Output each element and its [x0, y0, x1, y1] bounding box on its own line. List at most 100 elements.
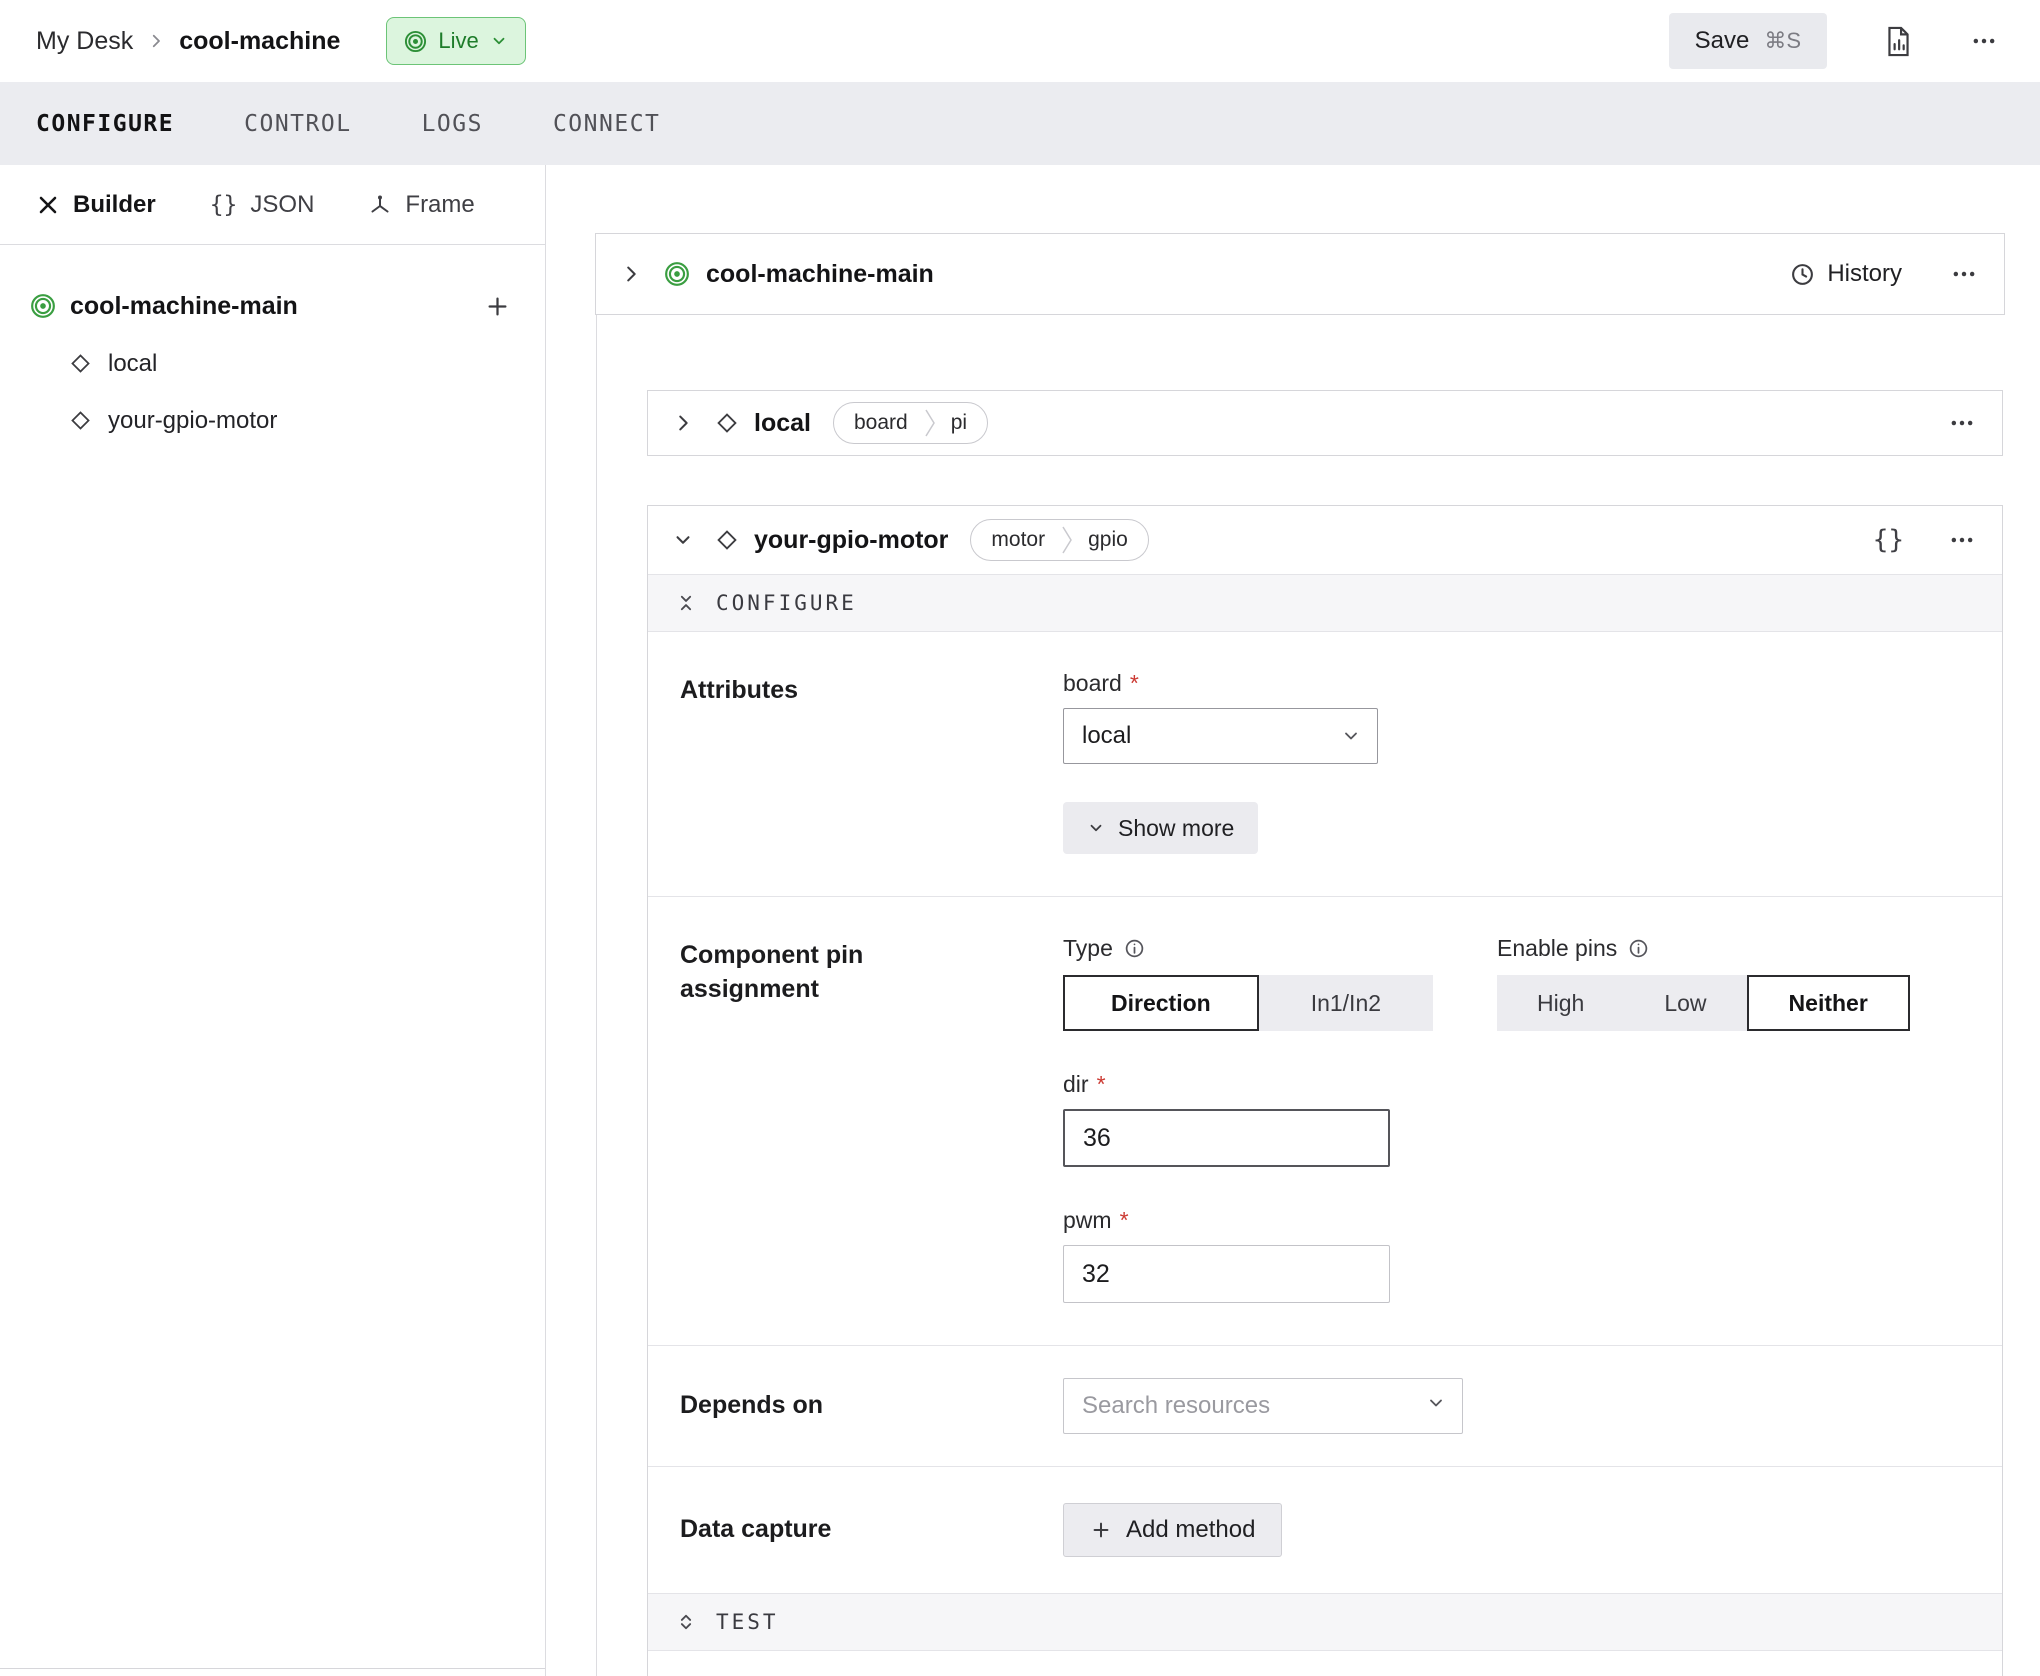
view-tab-json[interactable]: {} JSON — [210, 191, 315, 219]
info-icon[interactable] — [1628, 938, 1649, 959]
toggle-in1-in2[interactable]: In1/In2 — [1259, 975, 1433, 1031]
more-options-icon[interactable] — [1948, 526, 1976, 554]
expand-section-icon — [676, 1612, 696, 1632]
expand-chevron-icon[interactable] — [620, 263, 642, 285]
test-section-label: TEST — [716, 1610, 779, 1634]
type-toggle-group: Direction In1/In2 — [1063, 975, 1433, 1031]
machine-report-icon[interactable] — [1885, 26, 1912, 57]
machine-part-icon — [664, 261, 690, 287]
add-method-label: Add method — [1126, 1516, 1255, 1544]
pwm-pin-input[interactable] — [1063, 1245, 1390, 1303]
view-tab-frame-label: Frame — [405, 191, 474, 219]
top-header: My Desk cool-machine Live Save ⌘S — [0, 0, 2040, 82]
resource-type-tags: board pi — [833, 402, 988, 444]
tab-connect[interactable]: CONNECT — [553, 111, 660, 137]
more-options-icon[interactable] — [1948, 409, 1976, 437]
type-toggle-section: Type Direction In1/In2 — [1063, 935, 1433, 1031]
topbar-actions: Save ⌘S — [1669, 13, 1998, 69]
tree-item-your-gpio-motor[interactable]: your-gpio-motor — [0, 392, 545, 449]
tree-child-label: your-gpio-motor — [108, 407, 277, 435]
more-options-icon[interactable] — [1950, 260, 1978, 288]
breadcrumb-root-link[interactable]: My Desk — [36, 27, 133, 56]
builder-tools-icon — [36, 193, 60, 217]
tag-separator-icon — [924, 403, 937, 443]
component-diamond-icon — [70, 410, 91, 431]
resource-type-tags: motor gpio — [970, 519, 1148, 561]
component-diamond-icon — [716, 529, 738, 551]
chevron-down-icon — [1087, 819, 1105, 837]
info-icon[interactable] — [1124, 938, 1145, 959]
show-more-button[interactable]: Show more — [1063, 802, 1258, 854]
add-resource-icon[interactable] — [484, 293, 511, 320]
tag-motor: motor — [971, 528, 1061, 552]
frame-axes-icon — [368, 193, 392, 217]
save-label: Save — [1695, 27, 1750, 55]
expand-chevron-icon[interactable] — [672, 412, 694, 434]
tag-separator-icon — [1061, 520, 1074, 560]
save-shortcut: ⌘S — [1764, 28, 1801, 54]
configure-section-label: CONFIGURE — [716, 591, 857, 615]
depends-on-select[interactable]: Search resources — [1063, 1378, 1463, 1434]
machine-main-card: cool-machine-main History — [595, 233, 2005, 315]
test-section-bar[interactable]: TEST — [648, 1593, 2002, 1651]
machine-tab-bar: CONFIGURE CONTROL LOGS CONNECT — [0, 82, 2040, 165]
history-button[interactable]: History — [1790, 260, 1902, 288]
tree-item-machine-main[interactable]: cool-machine-main — [0, 277, 545, 335]
tag-gpio: gpio — [1074, 528, 1148, 552]
local-board-card: local board pi — [647, 390, 2003, 456]
pin-assignment-label: Component pin assignment — [680, 935, 1063, 1303]
tab-configure[interactable]: CONFIGURE — [36, 111, 174, 137]
machine-name: cool-machine — [179, 27, 340, 56]
dir-pin-input[interactable] — [1063, 1109, 1390, 1167]
data-capture-label: Data capture — [680, 1513, 1063, 1547]
enable-pins-toggle-section: Enable pins High Low Neither — [1497, 935, 1910, 1031]
tree-item-local[interactable]: local — [0, 335, 545, 392]
toggle-direction[interactable]: Direction — [1063, 975, 1259, 1031]
more-options-icon[interactable] — [1970, 27, 1998, 55]
save-button[interactable]: Save ⌘S — [1669, 13, 1827, 69]
dir-field-label: dir — [1063, 1071, 1089, 1098]
history-clock-icon — [1790, 262, 1815, 287]
plus-icon — [1090, 1519, 1112, 1541]
toggle-high[interactable]: High — [1497, 975, 1624, 1031]
toggle-low[interactable]: Low — [1624, 975, 1746, 1031]
type-label: Type — [1063, 935, 1113, 962]
tag-pi: pi — [937, 411, 987, 435]
breadcrumb: My Desk cool-machine — [36, 27, 340, 56]
tab-control[interactable]: CONTROL — [244, 111, 351, 137]
board-select[interactable]: local — [1063, 708, 1378, 764]
live-icon — [404, 30, 427, 53]
pin-assignment-row: Component pin assignment Type — [648, 896, 2002, 1345]
view-tab-builder[interactable]: Builder — [36, 191, 156, 219]
live-status-dropdown[interactable]: Live — [386, 17, 525, 65]
history-label: History — [1827, 260, 1902, 288]
board-field-label: board — [1063, 670, 1122, 697]
tab-logs[interactable]: LOGS — [422, 111, 483, 137]
board-select-value: local — [1082, 722, 1131, 750]
attributes-row: Attributes board * local — [648, 632, 2002, 896]
required-marker: * — [1120, 1207, 1129, 1234]
json-braces-icon: {} — [210, 192, 238, 218]
toggle-neither[interactable]: Neither — [1747, 975, 1910, 1031]
machine-main-title: cool-machine-main — [706, 260, 934, 289]
live-label: Live — [438, 28, 478, 54]
tree-root-label: cool-machine-main — [70, 292, 298, 321]
view-tab-builder-label: Builder — [73, 191, 156, 219]
enable-pins-label: Enable pins — [1497, 935, 1617, 962]
configure-section-bar[interactable]: CONFIGURE — [648, 574, 2002, 632]
attributes-label: Attributes — [680, 670, 1063, 854]
breadcrumb-separator-icon — [147, 32, 165, 50]
data-capture-row: Data capture Add method — [648, 1466, 2002, 1593]
collapse-section-icon — [676, 593, 696, 613]
component-diamond-icon — [716, 412, 738, 434]
code-braces-icon[interactable]: {} — [1873, 525, 1904, 555]
chevron-down-icon — [1341, 726, 1361, 746]
chevron-down-icon — [1426, 1392, 1446, 1420]
motor-card-title: your-gpio-motor — [754, 526, 948, 555]
view-tab-json-label: JSON — [250, 191, 314, 219]
add-method-button[interactable]: Add method — [1063, 1503, 1282, 1557]
depends-on-row: Depends on Search resources — [648, 1345, 2002, 1466]
collapse-chevron-icon[interactable] — [672, 529, 694, 551]
enable-pins-toggle-group: High Low Neither — [1497, 975, 1910, 1031]
view-tab-frame[interactable]: Frame — [368, 191, 474, 219]
